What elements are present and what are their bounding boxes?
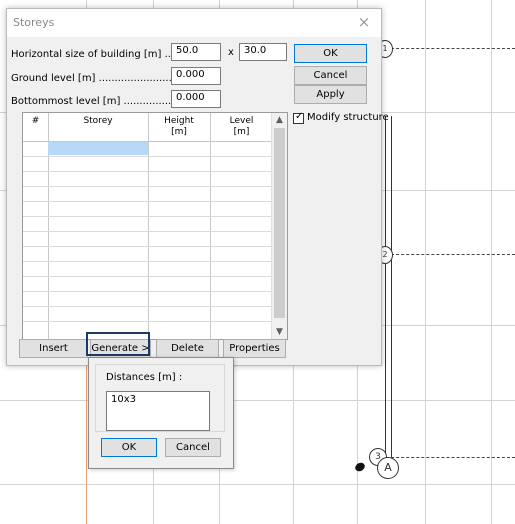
mouse-cursor-icon: [354, 462, 366, 472]
popup-ok-button[interactable]: OK: [101, 438, 157, 457]
checkbox-box[interactable]: ✓: [293, 111, 304, 124]
horizontal-size-x-input[interactable]: 50.0: [171, 43, 221, 61]
structure-line-right: [391, 116, 392, 457]
axis-line-3: [386, 457, 515, 458]
scroll-down-icon[interactable]: ▼: [272, 325, 287, 339]
table-scrollbar[interactable]: ▲ ▼: [271, 113, 287, 339]
scroll-thumb[interactable]: [274, 128, 285, 318]
ground-level-label: Ground level [m] .......................…: [11, 73, 185, 84]
table-header-storey[interactable]: Storey: [48, 113, 148, 141]
bottommost-level-label: Bottommost level [m] ...................…: [11, 96, 194, 107]
distances-input[interactable]: 10x3: [106, 391, 210, 431]
distances-group: Distances [m] : 10x3: [95, 364, 225, 432]
x-separator: x: [228, 47, 234, 58]
axis-line-1: [386, 48, 515, 49]
axis-label-A: A: [384, 461, 392, 474]
storeys-dialog: Storeys × Horizontal size of building [m…: [6, 8, 389, 366]
apply-button[interactable]: Apply: [294, 85, 367, 104]
ok-button[interactable]: OK: [294, 44, 367, 63]
modify-structure-label: Modify structure: [307, 112, 389, 123]
table-header-height[interactable]: Height [m]: [148, 113, 210, 141]
storeys-table[interactable]: # Storey Height [m] Level [m] ▲ ▼: [22, 112, 288, 340]
structure-line-left: [385, 116, 386, 457]
horizontal-size-y-input[interactable]: 30.0: [239, 43, 287, 61]
generate-popup: Distances [m] : 10x3 OK Cancel: [88, 357, 234, 469]
vertical-guide-line: [86, 352, 87, 524]
ground-level-input[interactable]: 0.000: [171, 67, 221, 85]
axis-label-2: 2: [382, 250, 388, 259]
generate-highlight: [86, 332, 150, 356]
axis-line-2: [386, 254, 515, 255]
checkmark-icon: ✓: [295, 111, 304, 122]
selected-cell[interactable]: [48, 142, 148, 155]
properties-button[interactable]: Properties: [223, 339, 286, 358]
modify-structure-checkbox[interactable]: ✓ Modify structure: [291, 111, 389, 126]
axis-bubble-A[interactable]: A: [377, 457, 399, 479]
title-bar[interactable]: Storeys ×: [7, 9, 381, 37]
close-icon[interactable]: ×: [355, 13, 373, 31]
scroll-up-icon[interactable]: ▲: [272, 113, 287, 127]
dialog-title: Storeys: [13, 16, 55, 29]
delete-button[interactable]: Delete: [156, 339, 219, 358]
popup-cancel-button[interactable]: Cancel: [165, 438, 221, 457]
table-header-level[interactable]: Level [m]: [210, 113, 273, 141]
insert-button[interactable]: Insert: [19, 339, 88, 358]
bottommost-level-input[interactable]: 0.000: [171, 90, 221, 108]
table-header-index[interactable]: #: [23, 113, 48, 141]
axis-label-1: 1: [382, 44, 388, 53]
cancel-button[interactable]: Cancel: [294, 66, 367, 85]
distances-label: Distances [m] :: [106, 372, 183, 383]
